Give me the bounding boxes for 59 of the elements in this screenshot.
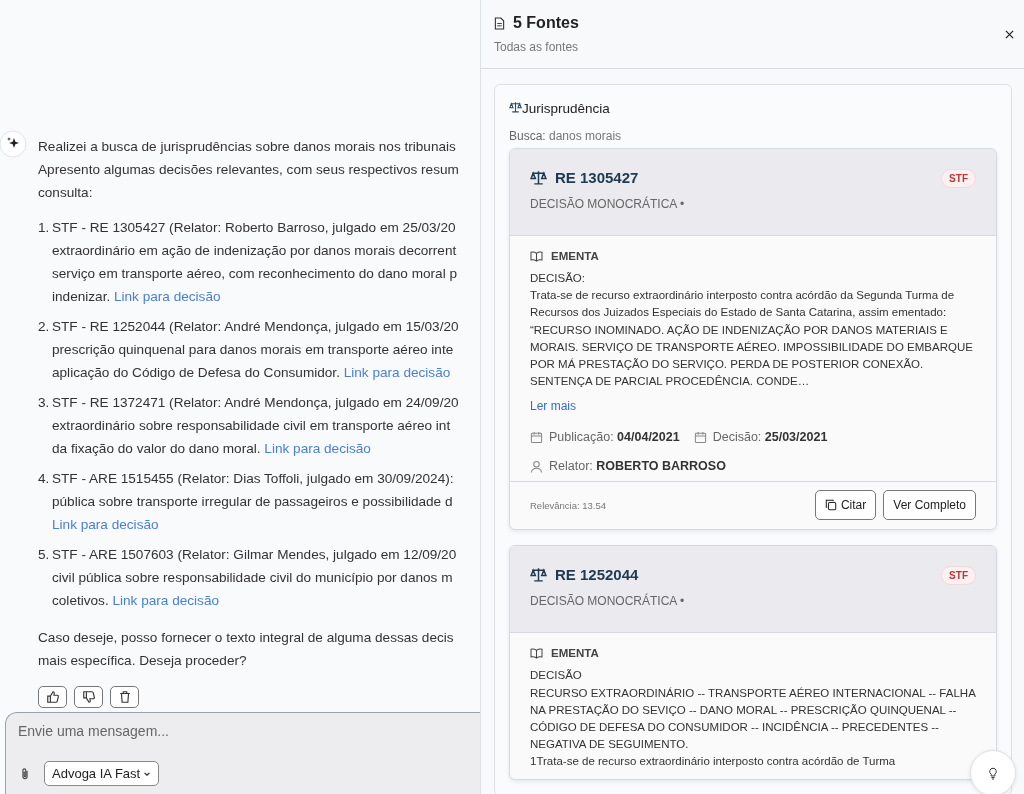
decision-type: DECISÃO MONOCRÁTICA • xyxy=(530,594,685,609)
book-icon xyxy=(530,647,543,659)
section-title: Jurisprudência xyxy=(522,101,610,116)
message-input[interactable]: Envie uma mensagem... xyxy=(18,723,318,739)
rapporteur: Relator: ROBERTO BARROSO xyxy=(549,459,726,474)
document-icon xyxy=(494,16,505,30)
panel-subtitle: Todas as fontes xyxy=(494,40,579,54)
ementa-label: EMENTA xyxy=(551,647,599,660)
view-full-button[interactable]: Ver Completo xyxy=(883,490,976,521)
decision-link[interactable]: Link para decisão xyxy=(52,517,159,532)
copy-icon xyxy=(824,499,837,512)
court-badge: STF xyxy=(941,169,976,188)
ementa-text: DECISÃO: Trata-se de recurso extraordinário interposto contra acórdão da Segunda Turma de Recursos dos Juizados Especiais do Estado de Santa Catarina, assim ementado: “RECURSO INOMINADO. AÇÃO DE INDENIZAÇÃO POR DANOS MATERIAIS E MORAIS. SERVIÇO DE TRANSPORTE AÉREO. IMPOSSIBILIDADE DO EMBARQUE POR MÁ PRESTAÇÃO DO SERVIÇO. PERDA DE POSTERIOR CONEXÃO. SENTENÇA DE PARCIAL PROCEDÊNCIA. CONDE… xyxy=(530,271,974,390)
ementa-text: DECISÃO RECURSO EXTRAORDINÁRIO -- TRANSPORTE AÉREO INTERNACIONAL -- FALHA NA PRESTAÇÃO DO SEVIÇO -- DANO MORAL -- PRESCRIÇÃO QUINQUENAL -- CÓDIGO DE DEFESA DO CONSUMIDOR -- INCIDÊNCIA -- PRECEDENTES -- NEGATIVA DE SEGUIMENTO. 1Trata-se de recurso extraordinário interposto contra acórdão de Turma xyxy=(530,668,976,770)
thumbs-down-button[interactable] xyxy=(74,686,103,708)
lightbulb-icon xyxy=(988,766,998,780)
thumbs-up-button[interactable] xyxy=(38,686,67,708)
thumbs-down-icon xyxy=(81,690,96,704)
list-item-text: STF - ARE 1507603 (Relator: Gilmar Mendes, julgado em 12/09/20 civil pública sobre responsabilidade civil do município por danos m coletivos. Link para decisão xyxy=(52,546,457,610)
message-paragraph: Caso deseje, posso fornecer o texto integral de alguma dessas decis mais específica. Deseja proceder? xyxy=(38,629,455,670)
result-title: RE 1305427 xyxy=(555,169,639,186)
list-number: 1. xyxy=(38,219,51,237)
publication-date: Publicação: 04/04/2021 xyxy=(549,430,680,445)
court-badge: STF xyxy=(941,566,976,586)
delete-button[interactable] xyxy=(110,686,139,708)
search-query: Busca: danos morais xyxy=(509,129,623,143)
calendar-icon xyxy=(693,430,707,444)
list-item-text: STF - RE 1305427 (Relator: Roberto Barroso, julgado em 25/03/20 extraordinário em ação de indenização por danos morais decorrent serviço em transporte aéreo, com reconhecimento do dano moral p indenizar. Link para decisão xyxy=(52,219,457,306)
list-number: 3. xyxy=(38,394,51,412)
list-item-text: STF - RE 1372471 (Relator: André Mendonça, julgado em 24/09/20 extraordinário sobre responsabilidade civil em transporte aéreo int da fixação do valor do dano moral. Link para decisão xyxy=(52,394,459,458)
list-number: 4. xyxy=(38,470,51,488)
thumbs-up-icon xyxy=(45,690,60,704)
panel-title: 5 Fontes xyxy=(513,14,579,32)
decision-date: Decisão: 25/03/2021 xyxy=(712,430,828,445)
paperclip-icon[interactable] xyxy=(20,766,30,781)
message-paragraph: Realizei a busca de jurisprudências sobre danos morais nos tribunais Apresento algumas decisões relevantes, com seus respectivos resum consulta: xyxy=(38,138,460,202)
list-number: 5. xyxy=(38,546,51,564)
model-select[interactable]: Advoga IA Fast xyxy=(44,761,160,786)
decision-link[interactable]: Link para decisão xyxy=(343,365,451,380)
close-icon[interactable] xyxy=(1005,29,1014,39)
list-item-text: STF - ARE 1515455 (Relator: Dias Toffoli, julgado em 30/09/2024): pública sobre transporte irregular de passageiros e possibilidade d Link para decisão xyxy=(52,470,454,534)
calendar-icon xyxy=(530,430,543,444)
book-icon xyxy=(530,250,543,262)
ementa-label: EMENTA xyxy=(551,250,599,262)
list-item-text: STF - RE 1252044 (Relator: André Mendonça, julgado em 15/03/20 prescrição quinquenal para danos morais em transporte aéreo inte aplicação do Código de Defesa do Consumidor. Link para decisão xyxy=(52,318,459,382)
decision-type: DECISÃO MONOCRÁTICA • xyxy=(530,197,685,211)
list-number: 2. xyxy=(38,318,51,336)
relevance-score: Relevância: 13.54 xyxy=(530,499,607,511)
result-title: RE 1252044 xyxy=(555,566,639,584)
trash-icon xyxy=(117,690,132,704)
decision-link[interactable]: Link para decisão xyxy=(114,289,221,304)
scale-icon xyxy=(530,170,547,185)
cite-button[interactable]: Citar xyxy=(814,490,877,521)
scale-icon xyxy=(509,101,522,113)
decision-link[interactable]: Link para decisão xyxy=(112,593,219,608)
scale-icon xyxy=(530,567,547,583)
read-more-link[interactable]: Ler mais xyxy=(530,399,576,414)
decision-link[interactable]: Link para decisão xyxy=(264,441,371,456)
user-icon xyxy=(530,459,543,473)
